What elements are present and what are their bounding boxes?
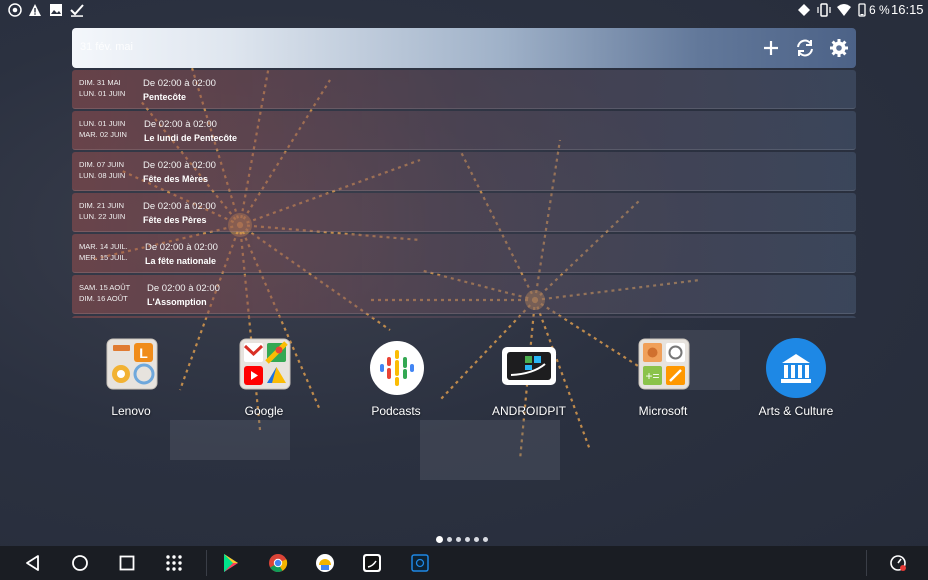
event-time: De 02:00 à 02:00 bbox=[145, 242, 218, 253]
event-date-end: MER. 15 JUIL. bbox=[79, 253, 128, 262]
app-label: Google bbox=[244, 404, 284, 418]
event-date-end: LUN. 22 JUIN bbox=[79, 212, 126, 221]
androidpit-icon[interactable] bbox=[362, 553, 382, 573]
nav-divider bbox=[206, 550, 207, 576]
event-title: Le lundi de Pentecôte bbox=[144, 133, 238, 143]
podcasts-icon bbox=[370, 341, 424, 395]
sync-icon[interactable] bbox=[793, 36, 817, 60]
event-title: Fête des Pères bbox=[143, 215, 207, 225]
event-date-end: LUN. 08 JUIN bbox=[79, 171, 126, 180]
event-row[interactable] bbox=[72, 316, 856, 318]
app-lenovo[interactable]: L Lenovo bbox=[71, 338, 191, 422]
page-dot[interactable] bbox=[474, 537, 479, 542]
arts-culture-icon bbox=[766, 338, 826, 398]
event-date-end: MAR. 02 JUIN bbox=[79, 130, 127, 139]
back-icon[interactable] bbox=[23, 553, 43, 573]
battery-percent: 6 % bbox=[869, 3, 890, 17]
svg-text:L: L bbox=[139, 345, 148, 361]
home-icon[interactable] bbox=[70, 553, 90, 573]
app-icon[interactable] bbox=[410, 553, 430, 573]
app-label: Lenovo bbox=[111, 404, 151, 418]
app-drawer-icon[interactable] bbox=[164, 553, 184, 573]
app-microsoft[interactable]: += Microsoft bbox=[603, 338, 723, 422]
event-date-start: DIM. 07 JUIN bbox=[79, 160, 125, 169]
event-row[interactable]: DIM. 31 MAI LUN. 01 JUIN De 02:00 à 02:0… bbox=[72, 70, 856, 109]
event-row[interactable]: SAM. 15 AOÛT DIM. 16 AOÛT De 02:00 à 02:… bbox=[72, 275, 856, 314]
clock: 16:15 bbox=[891, 2, 924, 17]
gear-icon[interactable] bbox=[827, 36, 851, 60]
event-date-start: DIM. 21 JUIN bbox=[79, 201, 125, 210]
event-date-end: DIM. 16 AOÛT bbox=[79, 294, 128, 303]
google-folder-icon bbox=[239, 338, 291, 390]
event-date-start: MAR. 14 JUIL. bbox=[79, 242, 128, 251]
navigation-bar bbox=[0, 546, 928, 580]
calendar-widget-header: 31 fév. mai bbox=[72, 28, 856, 68]
event-title: Pentecôte bbox=[143, 92, 187, 102]
microsoft-folder-icon: += bbox=[638, 338, 690, 390]
event-date-start: LUN. 01 JUIN bbox=[79, 119, 126, 128]
speed-icon[interactable] bbox=[888, 553, 908, 573]
event-row[interactable]: DIM. 21 JUIN LUN. 22 JUIN De 02:00 à 02:… bbox=[72, 193, 856, 232]
chrome-icon[interactable] bbox=[268, 553, 288, 573]
event-row[interactable]: MAR. 14 JUIL. MER. 15 JUIL. De 02:00 à 0… bbox=[72, 234, 856, 273]
chrome-icon bbox=[8, 3, 22, 17]
app-androidpit[interactable]: ANDROIDPIT bbox=[469, 338, 589, 422]
event-time: De 02:00 à 02:00 bbox=[144, 119, 217, 130]
app-label: Arts & Culture bbox=[758, 404, 834, 418]
event-time: De 02:00 à 02:00 bbox=[143, 160, 216, 171]
app-google[interactable]: Google bbox=[204, 338, 324, 422]
event-title: La fête nationale bbox=[145, 256, 217, 266]
androidpit-icon bbox=[502, 347, 556, 385]
event-date-start: DIM. 31 MAI bbox=[79, 78, 121, 87]
app-label: Microsoft bbox=[638, 404, 688, 418]
app-label: ANDROIDPIT bbox=[491, 404, 566, 418]
event-list[interactable]: DIM. 31 MAI LUN. 01 JUIN De 02:00 à 02:0… bbox=[72, 70, 856, 318]
event-date-start: SAM. 15 AOÛT bbox=[79, 283, 131, 292]
event-title: L'Assomption bbox=[147, 297, 207, 307]
event-row[interactable]: DIM. 07 JUIN LUN. 08 JUIN De 02:00 à 02:… bbox=[72, 152, 856, 191]
app-label: Podcasts bbox=[371, 404, 421, 418]
battery-icon bbox=[858, 3, 866, 17]
warning-icon bbox=[29, 4, 41, 16]
page-indicator[interactable] bbox=[436, 536, 496, 544]
app-arts-culture[interactable]: Arts & Culture bbox=[736, 338, 856, 422]
checkmark-icon bbox=[70, 4, 84, 17]
app-icon[interactable] bbox=[315, 553, 335, 573]
lenovo-folder-icon: L bbox=[106, 338, 158, 390]
image-icon bbox=[50, 4, 62, 16]
play-store-icon[interactable] bbox=[221, 553, 241, 573]
mobile-data-icon bbox=[798, 4, 810, 16]
event-time: De 02:00 à 02:00 bbox=[147, 283, 220, 294]
event-time: De 02:00 à 02:00 bbox=[143, 78, 216, 89]
app-podcasts[interactable]: Podcasts bbox=[336, 338, 456, 422]
event-time: De 02:00 à 02:00 bbox=[143, 201, 216, 212]
page-dot[interactable] bbox=[456, 537, 461, 542]
event-row[interactable]: LUN. 01 JUIN MAR. 02 JUIN De 02:00 à 02:… bbox=[72, 111, 856, 150]
plus-icon[interactable] bbox=[759, 36, 783, 60]
page-dot[interactable] bbox=[447, 537, 452, 542]
page-dot[interactable] bbox=[483, 537, 488, 542]
month-label[interactable]: 31 fév. mai bbox=[80, 41, 133, 53]
nav-divider bbox=[866, 550, 867, 576]
status-bar: 6 % 16:15 bbox=[0, 0, 928, 22]
recents-icon[interactable] bbox=[117, 553, 137, 573]
event-date-end: LUN. 01 JUIN bbox=[79, 89, 126, 98]
page-dot[interactable] bbox=[465, 537, 470, 542]
event-title: Fête des Mères bbox=[143, 174, 209, 184]
page-dot-active[interactable] bbox=[436, 536, 443, 543]
svg-text:+=: += bbox=[645, 369, 659, 383]
vibrate-icon bbox=[817, 3, 831, 17]
wifi-icon bbox=[837, 4, 851, 16]
